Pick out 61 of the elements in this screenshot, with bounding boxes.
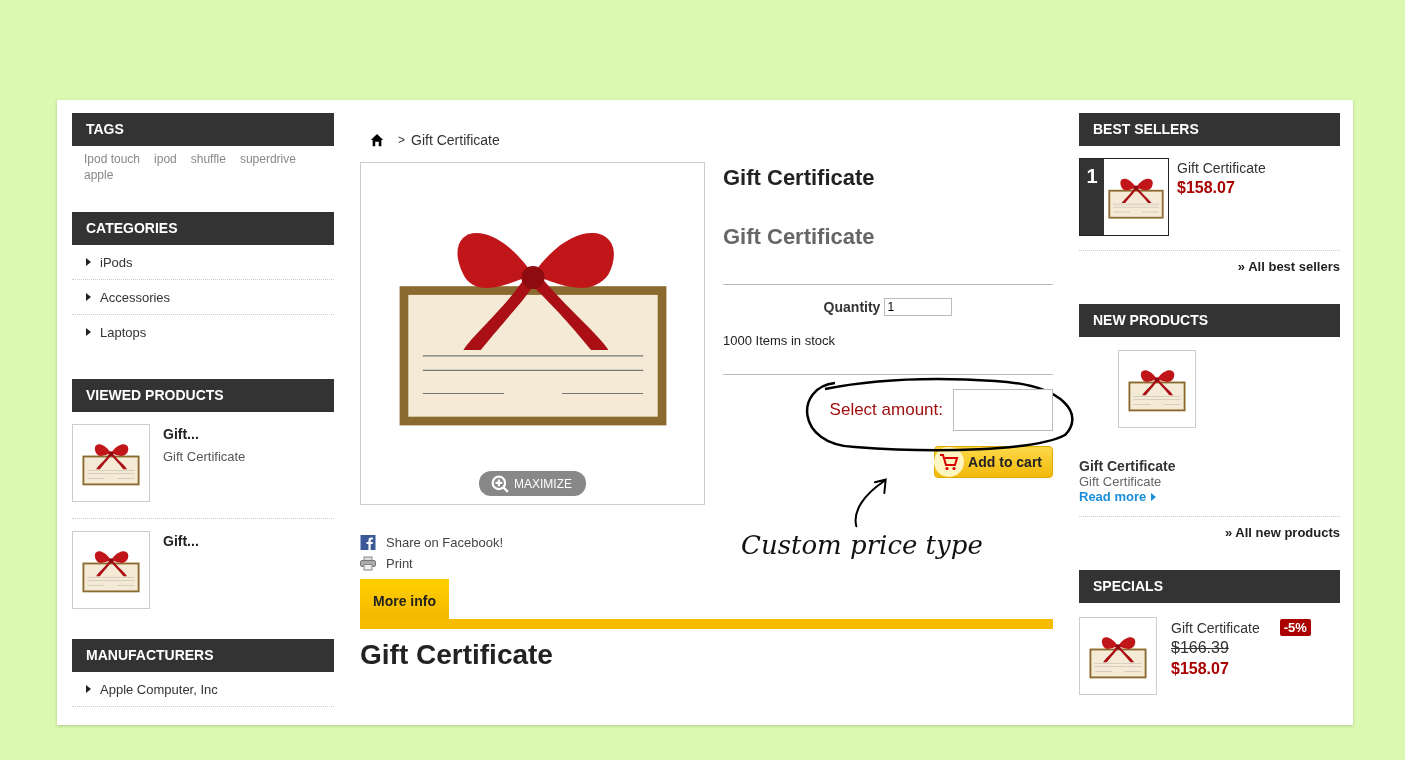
discount-badge: -5% [1279, 619, 1311, 636]
block-title: NEW PRODUCTS [1079, 304, 1340, 337]
product-name[interactable]: Gift Certificate [1177, 160, 1266, 176]
product-name[interactable]: Gift Certificate [1171, 619, 1260, 636]
annotation-text: Custom price type [741, 530, 983, 560]
product-price: $158.07 [1177, 179, 1236, 197]
stock-text: 1000 Items in stock [723, 333, 1053, 375]
facebook-icon [360, 535, 376, 550]
add-to-cart-button[interactable]: Add to cart [934, 446, 1053, 478]
product-thumbnail[interactable] [1079, 617, 1157, 695]
print-link[interactable]: Print [386, 556, 413, 571]
old-price: $166.39 [1171, 639, 1230, 657]
triangle-icon [86, 258, 91, 266]
tag-link[interactable]: ipod [154, 152, 177, 166]
amount-field[interactable] [953, 389, 1053, 431]
block-title: CATEGORIES [72, 212, 334, 245]
quantity-field[interactable]: 1 [884, 298, 953, 316]
breadcrumb-separator: > [398, 133, 405, 147]
triangle-icon [86, 685, 91, 693]
amount-label: Select amount: [829, 400, 943, 420]
product-price: $158.07 [1171, 660, 1230, 678]
tag-link[interactable]: superdrive [239, 152, 296, 166]
tab[interactable]: More info [360, 579, 449, 619]
tag-link[interactable]: apple [84, 168, 114, 182]
all-new-products-link[interactable]: » All new products [1224, 525, 1340, 540]
home-icon[interactable] [370, 133, 384, 147]
product-subtitle: Gift Certificate [723, 224, 1053, 285]
printer-icon [360, 556, 376, 571]
breadcrumb-current: Gift Certificate [411, 132, 500, 148]
share-link[interactable]: Share on Facebook! [386, 535, 504, 550]
product-title: Gift Certificate [723, 165, 876, 191]
read-more-link[interactable]: Read more [1079, 489, 1340, 504]
tag-link[interactable]: Ipod touch [84, 152, 141, 166]
all-best-sellers-link[interactable]: » All best sellers [1237, 259, 1340, 274]
block-title: MANUFACTURERS [72, 639, 334, 672]
product-description: Gift Certificate [163, 449, 246, 464]
product-description: Gift Certificate [1079, 474, 1163, 489]
zoom-in-icon [491, 474, 509, 493]
block-title: BEST SELLERS [1079, 113, 1340, 146]
product-thumbnail[interactable] [72, 531, 150, 609]
triangle-icon [86, 293, 91, 301]
block-title: SPECIALS [1079, 570, 1340, 603]
product-thumbnail[interactable] [72, 424, 150, 502]
product-thumbnail[interactable] [1118, 350, 1196, 428]
category-link[interactable]: Laptops [100, 324, 147, 340]
cart-icon [934, 447, 965, 477]
product-name[interactable]: Gift... [163, 533, 199, 549]
product-name[interactable]: Gift Certificate [1079, 458, 1340, 474]
block-title: VIEWED PRODUCTS [72, 379, 334, 412]
description-title: Gift Certificate [360, 639, 554, 671]
category-link[interactable]: Accessories [100, 289, 171, 305]
quantity-label: Quantity [823, 299, 881, 315]
tag-link[interactable]: shuffle [190, 152, 226, 166]
triangle-icon [86, 328, 91, 336]
product-name[interactable]: Gift... [163, 426, 246, 442]
block-title: TAGS [72, 113, 334, 146]
bestseller-thumbnail[interactable]: 1 [1079, 158, 1169, 236]
maximize-button[interactable]: MAXIMIZE [479, 471, 586, 496]
rank-number: 1 [1080, 159, 1104, 235]
category-link[interactable]: iPods [100, 254, 133, 270]
manufacturer-link[interactable]: Apple Computer, Inc [100, 681, 218, 697]
